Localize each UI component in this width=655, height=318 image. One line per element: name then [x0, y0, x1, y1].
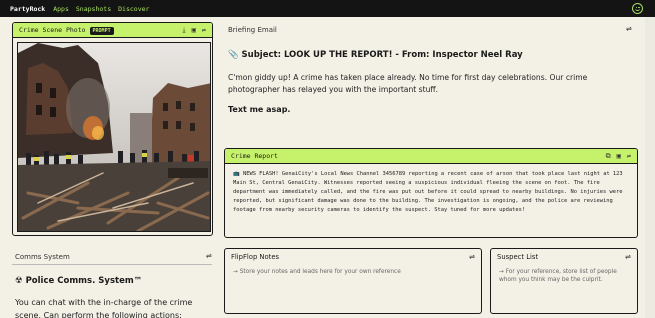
suspect-list-header: Suspect List ⇌	[491, 249, 637, 264]
brand-logo[interactable]: PartyRock	[10, 5, 45, 13]
settings-sliders-icon[interactable]: ⇌	[625, 253, 631, 261]
crime-scene-photo-panel: Crime Scene Photo PROMPT ⤓ ▣ ⇌	[12, 22, 213, 236]
comms-system-title: Comms System	[15, 253, 70, 261]
email-body: C'mon giddy up! A crime has taken place …	[228, 73, 588, 94]
flipflop-notes-panel: FlipFlop Notes ⇌ → Store your notes and …	[224, 248, 482, 314]
flipflop-notes-title: FlipFlop Notes	[231, 252, 280, 261]
crime-report-title: Crime Report	[231, 152, 278, 160]
crime-scene-photo-title: Crime Scene Photo PROMPT	[19, 26, 176, 35]
download-icon[interactable]: ⤓	[182, 26, 185, 35]
suspect-list-panel: Suspect List ⇌ → For your reference, sto…	[490, 248, 638, 314]
copy-icon[interactable]: ⧉	[606, 152, 611, 161]
page-scrollbar[interactable]	[645, 17, 655, 318]
comms-body: You can chat with the in-charge of the c…	[15, 298, 193, 318]
crime-report-panel: Crime Report ⧉ ▣ ⇌ 📺 NEWS FLASH! GenaiCi…	[224, 148, 638, 238]
email-subject: 📎 Subject: LOOK UP THE REPORT! - From: I…	[228, 50, 523, 60]
comms-divider	[12, 264, 212, 265]
panel-title-text: Crime Scene Photo	[19, 26, 86, 34]
briefing-email-title: Briefing Email	[228, 26, 277, 34]
crime-report-header: Crime Report ⧉ ▣ ⇌	[225, 149, 637, 164]
settings-sliders-icon[interactable]: ⇌	[206, 252, 212, 260]
suspect-list-input[interactable]: → For your reference, store list of peop…	[491, 264, 637, 288]
suspect-list-title: Suspect List	[497, 252, 539, 261]
nav-apps[interactable]: Apps	[53, 5, 69, 13]
settings-sliders-icon[interactable]: ⇌	[469, 253, 475, 261]
user-avatar-smiley-icon[interactable]	[632, 3, 643, 14]
flipflop-notes-header: FlipFlop Notes ⇌	[225, 249, 481, 264]
email-call-to-action: Text me asap.	[228, 105, 291, 114]
settings-sliders-icon[interactable]: ⇌	[627, 152, 631, 160]
nav-discover[interactable]: Discover	[118, 5, 149, 13]
prompt-badge[interactable]: PROMPT	[89, 27, 114, 35]
crime-scene-photo-header: Crime Scene Photo PROMPT ⤓ ▣ ⇌	[13, 23, 212, 38]
save-icon[interactable]: ▣	[617, 152, 621, 160]
nav-snapshots[interactable]: Snapshots	[76, 5, 111, 13]
save-icon[interactable]: ▣	[192, 26, 196, 34]
settings-sliders-icon[interactable]: ⇌	[626, 25, 632, 33]
crime-scene-image	[17, 42, 211, 232]
settings-sliders-icon[interactable]: ⇌	[202, 26, 206, 34]
comms-heading: ☢ Police Comms. System™	[15, 276, 143, 286]
flipflop-notes-input[interactable]: → Store your notes and leads here for yo…	[225, 264, 481, 280]
crime-report-text: 📺 NEWS FLASH! GenaiCity's Local News Cha…	[233, 171, 623, 213]
top-navigation-bar: PartyRock Apps Snapshots Discover	[0, 0, 655, 17]
